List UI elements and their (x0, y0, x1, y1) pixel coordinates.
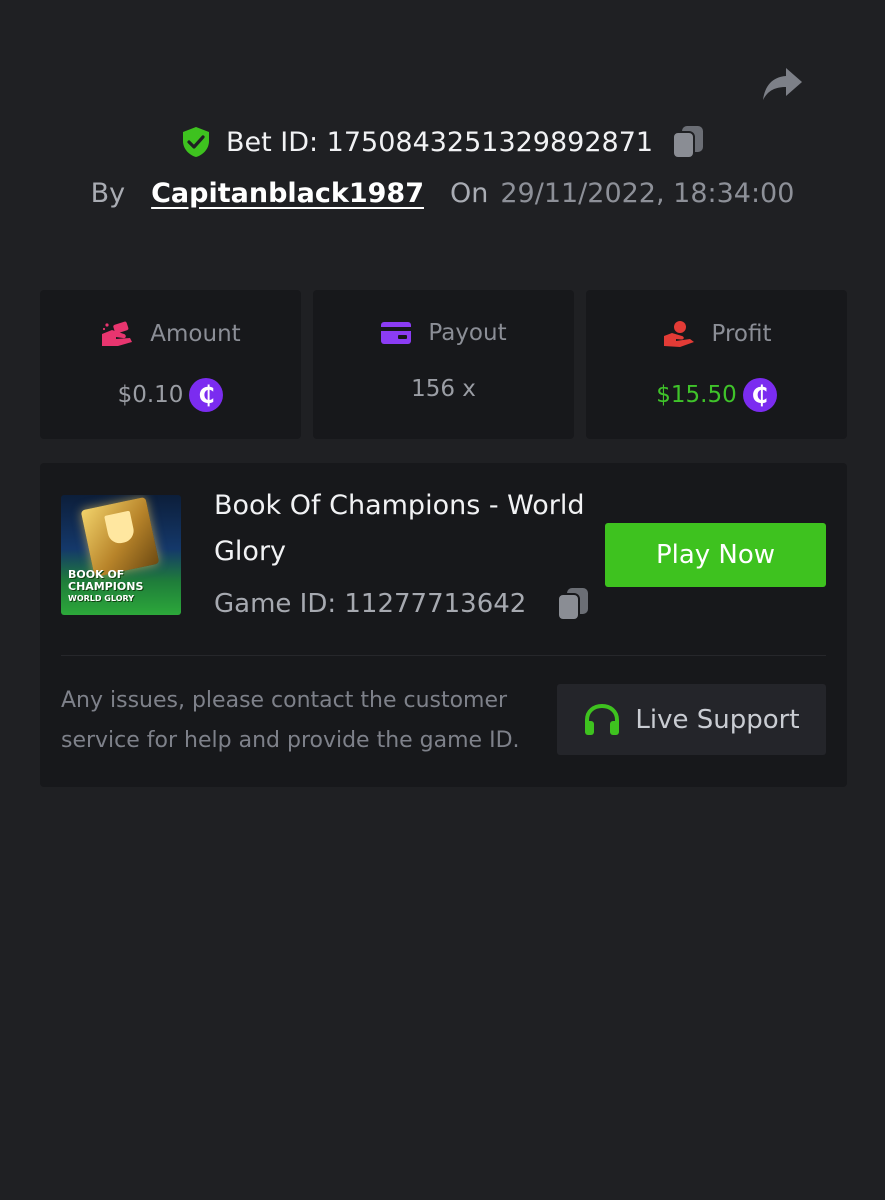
stat-label: Payout (428, 320, 507, 346)
stat-label: Profit (711, 321, 772, 347)
game-thumbnail[interactable]: BOOK OF CHAMPIONS WORLD GLORY (61, 495, 181, 615)
stat-profit: Profit $15.50 ₵ (586, 290, 847, 439)
bet-datetime: 29/11/2022, 18:34:00 (500, 178, 795, 209)
author-row: By Capitanblack1987 On 29/11/2022, 18:34… (0, 178, 885, 209)
help-text: Any issues, please contact the customer … (61, 688, 520, 753)
divider (61, 655, 826, 656)
on-label: On (449, 178, 489, 209)
hand-money-icon (102, 321, 133, 346)
coin-icon: ₵ (742, 378, 777, 412)
game-id-row: Game ID: 11277713642 (214, 581, 590, 627)
bet-id-text: Bet ID: 1750843251329892871 (225, 126, 654, 158)
game-id-text: Game ID: 11277713642 (214, 589, 527, 619)
stat-label: Amount (150, 321, 241, 347)
game-title[interactable]: Book Of Champions - World Glory (214, 483, 604, 575)
by-label: By (90, 178, 126, 209)
play-now-button[interactable]: Play Now (605, 523, 826, 587)
card-icon (381, 322, 412, 344)
profit-hand-icon (663, 321, 694, 347)
payout-value: 156 x (411, 376, 476, 402)
shield-check-icon (182, 127, 209, 157)
live-support-button[interactable]: Live Support (557, 684, 826, 755)
share-arrow-icon[interactable] (760, 64, 804, 104)
username-link[interactable]: Capitanblack1987 (151, 178, 424, 209)
coin-icon: ₵ (189, 378, 224, 412)
bet-stats: Amount $0.10 ₵ Payout 156 x Profit $15.5… (40, 290, 847, 439)
copy-icon[interactable] (671, 124, 705, 160)
game-card: BOOK OF CHAMPIONS WORLD GLORY Book Of Ch… (40, 463, 847, 787)
thumbnail-title: BOOK OF CHAMPIONS WORLD GLORY (68, 568, 144, 604)
stat-payout: Payout 156 x (313, 290, 574, 439)
stat-amount: Amount $0.10 ₵ (40, 290, 301, 439)
bet-detail-page: Bet ID: 1750843251329892871 By Capitanbl… (0, 0, 885, 1200)
bet-id-row: Bet ID: 1750843251329892871 (0, 124, 885, 160)
profit-value: $15.50 (656, 382, 737, 408)
amount-value: $0.10 (117, 382, 184, 408)
copy-icon[interactable] (556, 586, 590, 622)
headset-icon (585, 703, 620, 735)
live-support-label: Live Support (635, 704, 800, 735)
